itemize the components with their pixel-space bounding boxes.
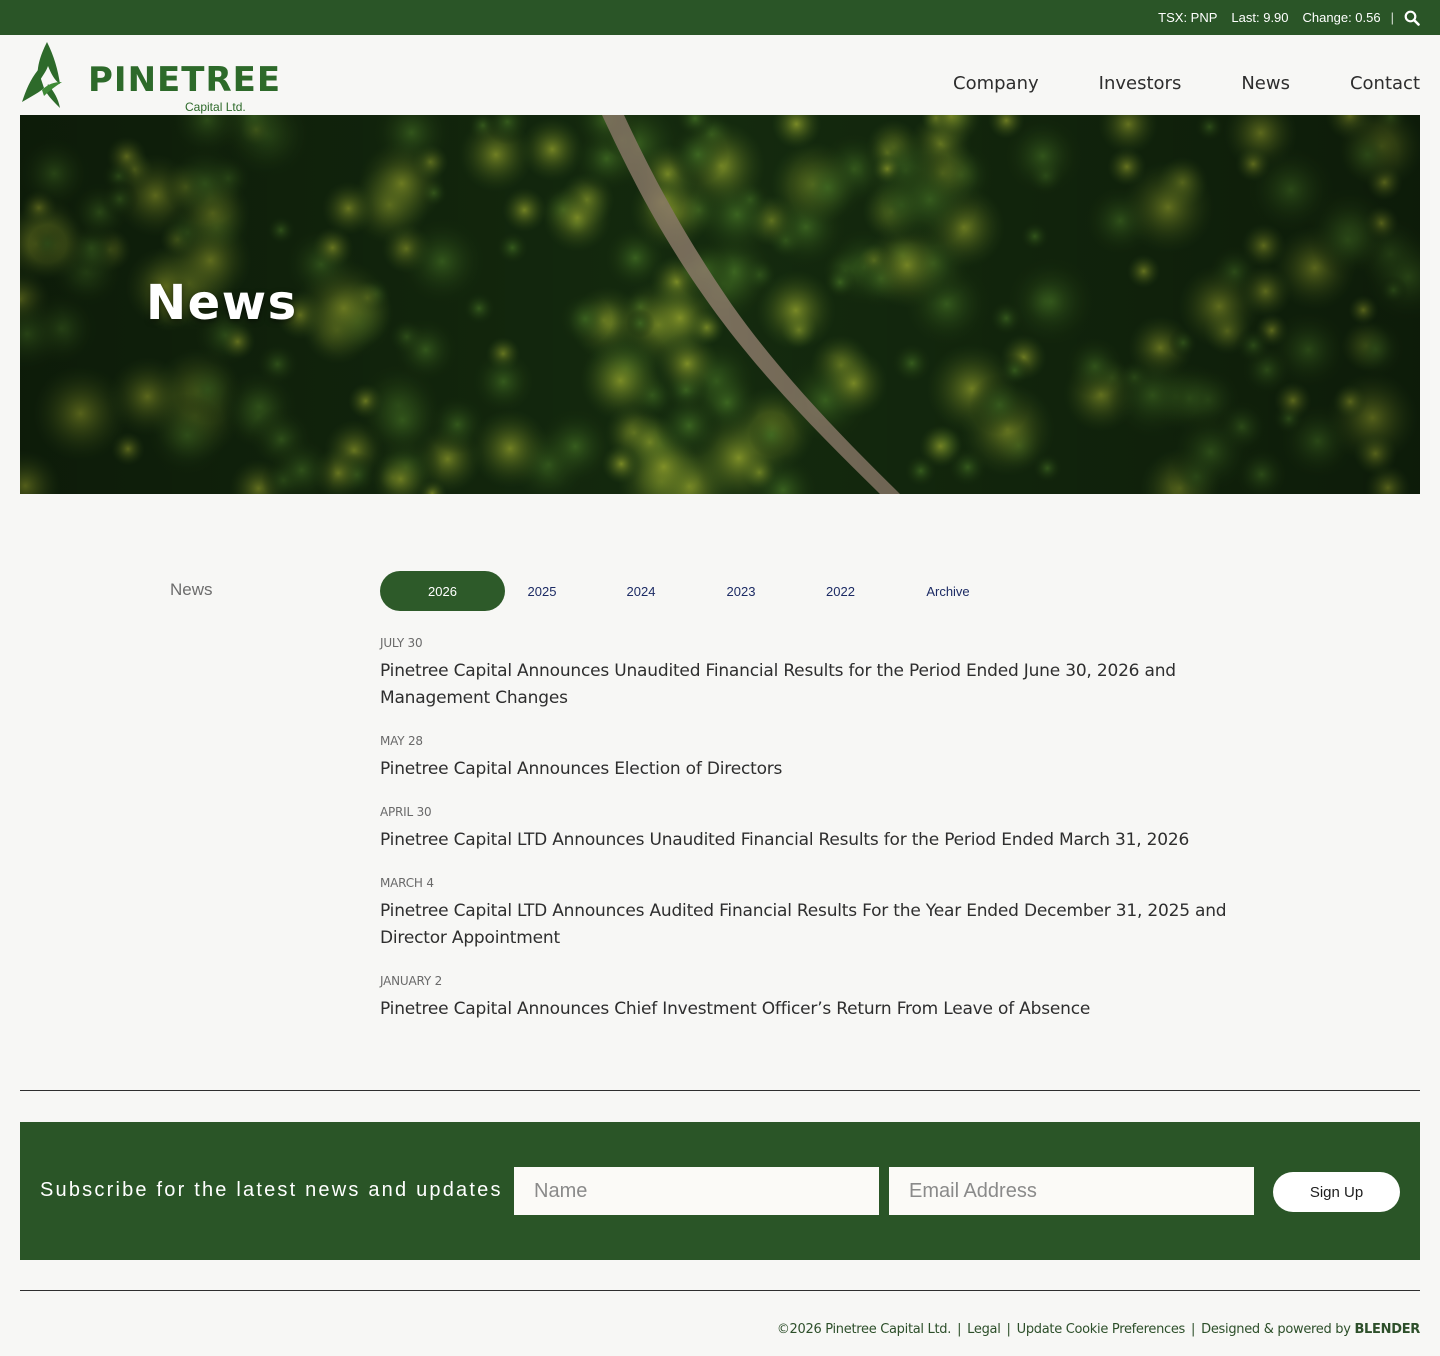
tab-2024[interactable]: 2024 bbox=[579, 571, 703, 611]
footer-separator: | bbox=[1191, 1322, 1196, 1337]
news-title-link[interactable]: Pinetree Capital Announces Election of D… bbox=[380, 756, 1260, 783]
ticker-change: Change: 0.56 bbox=[1302, 10, 1381, 25]
news-item: JANUARY 2 Pinetree Capital Announces Chi… bbox=[380, 974, 1260, 1023]
news-item: MARCH 4 Pinetree Capital LTD Announces A… bbox=[380, 876, 1260, 952]
stock-ticker-bar: TSX: PNP Last: 9.90 Change: 0.56 | bbox=[0, 0, 1440, 35]
blender-link[interactable]: BLENDER bbox=[1354, 1322, 1420, 1337]
legal-link[interactable]: Legal bbox=[967, 1322, 1001, 1337]
news-date: MAY 28 bbox=[380, 734, 423, 748]
nav-news[interactable]: News bbox=[1241, 73, 1290, 94]
news-date: JULY 30 bbox=[380, 636, 423, 650]
site-header: PINETREE Capital Ltd. Company Investors … bbox=[0, 35, 1440, 115]
year-tabs: 2026 2025 2024 2023 2022 Archive bbox=[380, 571, 994, 611]
news-date: MARCH 4 bbox=[380, 876, 434, 890]
news-title-link[interactable]: Pinetree Capital LTD Announces Unaudited… bbox=[380, 827, 1260, 854]
subscribe-band: Subscribe for the latest news and update… bbox=[20, 1122, 1420, 1260]
tab-archive[interactable]: Archive bbox=[902, 571, 994, 611]
footer: ©2026 Pinetree Capital Ltd. | Legal | Update… bbox=[777, 1322, 1420, 1337]
tab-2025[interactable]: 2025 bbox=[505, 571, 579, 611]
name-input[interactable] bbox=[514, 1167, 879, 1215]
copyright-text: ©2026 Pinetree Capital Ltd. bbox=[776, 1322, 952, 1337]
footer-separator: | bbox=[1006, 1322, 1011, 1337]
ticker-symbol: TSX: PNP bbox=[1158, 10, 1218, 25]
subscribe-heading: Subscribe for the latest news and update… bbox=[40, 1179, 503, 1201]
news-list: JULY 30 Pinetree Capital Announces Unaud… bbox=[380, 636, 1260, 1045]
tab-2026[interactable]: 2026 bbox=[380, 571, 505, 611]
logo-wordmark: PINETREE bbox=[88, 60, 282, 100]
tab-2022[interactable]: 2022 bbox=[779, 571, 902, 611]
logo-subtitle: Capital Ltd. bbox=[185, 100, 246, 114]
news-title-link[interactable]: Pinetree Capital Announces Unaudited Fin… bbox=[380, 658, 1260, 712]
pine-tree-logo-icon bbox=[22, 42, 62, 108]
news-date: APRIL 30 bbox=[380, 805, 432, 819]
news-item: APRIL 30 Pinetree Capital LTD Announces … bbox=[380, 805, 1260, 854]
designed-by-text: Designed & powered by bbox=[1201, 1322, 1351, 1337]
news-item: MAY 28 Pinetree Capital Announces Electi… bbox=[380, 734, 1260, 783]
nav-investors[interactable]: Investors bbox=[1099, 73, 1182, 94]
news-date: JANUARY 2 bbox=[380, 974, 443, 988]
hero-banner: News bbox=[20, 115, 1420, 494]
sign-up-button[interactable]: Sign Up bbox=[1273, 1172, 1400, 1212]
news-title-link[interactable]: Pinetree Capital Announces Chief Investm… bbox=[380, 996, 1260, 1023]
divider bbox=[20, 1090, 1420, 1091]
divider bbox=[20, 1290, 1420, 1291]
ticker-last: Last: 9.90 bbox=[1231, 10, 1289, 25]
news-title-link[interactable]: Pinetree Capital LTD Announces Audited F… bbox=[380, 898, 1260, 952]
section-side-label: News bbox=[170, 580, 213, 599]
news-item: JULY 30 Pinetree Capital Announces Unaud… bbox=[380, 636, 1260, 712]
footer-separator: | bbox=[957, 1322, 962, 1337]
main-nav: Company Investors News Contact bbox=[893, 73, 1420, 94]
site-logo[interactable]: PINETREE Capital Ltd. bbox=[20, 40, 280, 114]
ticker-separator: | bbox=[1390, 10, 1394, 25]
hero-title: News bbox=[146, 275, 298, 331]
email-input[interactable] bbox=[889, 1167, 1254, 1215]
nav-company[interactable]: Company bbox=[953, 73, 1039, 94]
blender-brand: BLENDER bbox=[1354, 1322, 1420, 1337]
search-icon[interactable] bbox=[1404, 10, 1420, 26]
nav-contact[interactable]: Contact bbox=[1350, 73, 1420, 94]
tab-2023[interactable]: 2023 bbox=[703, 571, 779, 611]
cookie-preferences-link[interactable]: Update Cookie Preferences bbox=[1017, 1322, 1186, 1337]
